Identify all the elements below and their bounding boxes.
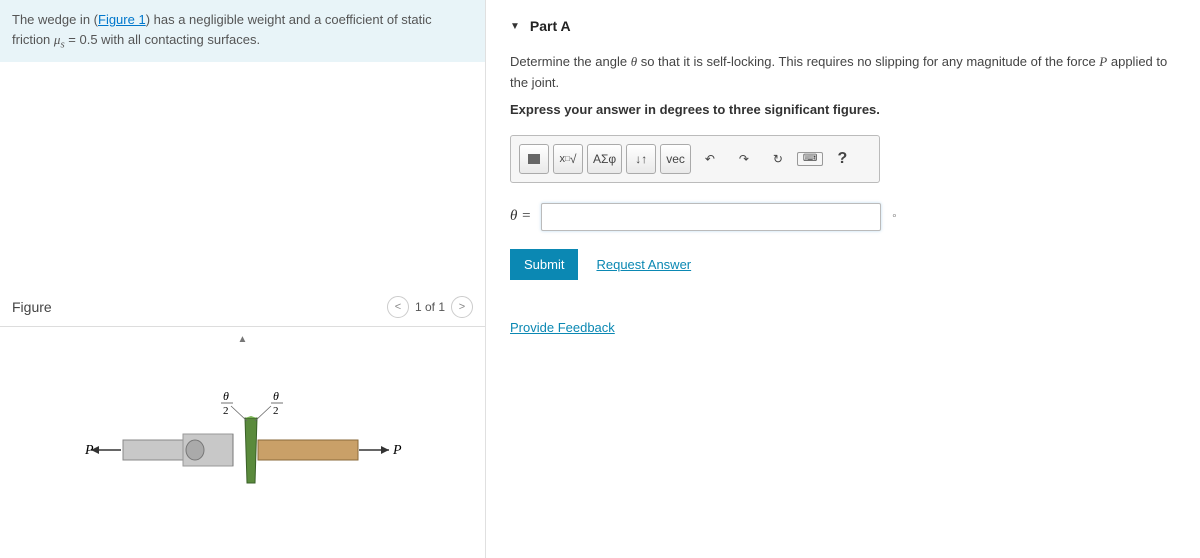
provide-feedback-link[interactable]: Provide Feedback [510, 320, 615, 335]
figure-count: 1 of 1 [415, 300, 445, 314]
svg-text:P: P [392, 443, 402, 458]
figure-collapse-button[interactable]: ▲ [0, 327, 485, 348]
redo-button[interactable]: ↷ [729, 144, 759, 174]
caret-down-icon: ▼ [510, 21, 520, 32]
keyboard-button[interactable]: ⌨ [797, 152, 823, 166]
prompt-text: Determine the angle θ so that it is self… [510, 52, 1176, 94]
undo-button[interactable]: ↶ [695, 144, 725, 174]
problem-statement: The wedge in (Figure 1) has a negligible… [0, 0, 485, 62]
figure-next-button[interactable]: > [451, 296, 473, 318]
answer-input[interactable] [541, 203, 881, 231]
problem-text-before: The wedge in ( [12, 12, 98, 27]
wedge-diagram: P P θ 2 θ 2 [83, 388, 403, 508]
request-answer-link[interactable]: Request Answer [596, 257, 691, 272]
submit-button[interactable]: Submit [510, 249, 578, 280]
svg-text:θ: θ [273, 389, 279, 403]
part-a-header[interactable]: ▼ Part A [510, 18, 1176, 34]
svg-text:2: 2 [223, 405, 229, 417]
submit-row: Submit Request Answer [510, 249, 1176, 280]
answer-label: θ = [510, 208, 531, 225]
prompt-mid: so that it is self-locking. This require… [637, 54, 1099, 69]
figure-prev-button[interactable]: < [387, 296, 409, 318]
left-panel: The wedge in (Figure 1) has a negligible… [0, 0, 486, 558]
unit-degrees: ∘ [891, 211, 897, 222]
sqrt-button[interactable]: x□√ [553, 144, 583, 174]
figure-link[interactable]: Figure 1 [98, 12, 146, 27]
svg-text:2: 2 [273, 405, 279, 417]
templates-button[interactable] [519, 144, 549, 174]
svg-text:P: P [84, 443, 94, 458]
equation-toolbar: x□√ ΑΣφ ↓↑ vec ↶ ↷ ↻ ⌨ ? [510, 135, 880, 183]
greek-button[interactable]: ΑΣφ [587, 144, 622, 174]
chevron-up-icon: ▲ [238, 334, 248, 345]
part-a-title: Part A [530, 18, 571, 34]
mu-value: = 0.5 with all contacting surfaces. [65, 32, 260, 47]
reset-button[interactable]: ↻ [763, 144, 793, 174]
right-panel: ▼ Part A Determine the angle θ so that i… [486, 0, 1200, 558]
arrows-button[interactable]: ↓↑ [626, 144, 656, 174]
vec-button[interactable]: vec [660, 144, 691, 174]
figure-body: P P θ 2 θ 2 [0, 348, 485, 558]
figure-nav: < 1 of 1 > [387, 296, 473, 318]
prompt-before: Determine the angle [510, 54, 631, 69]
template-icon [528, 154, 540, 164]
figure-title: Figure [12, 299, 52, 315]
svg-text:θ: θ [223, 389, 229, 403]
answer-row: θ = ∘ [510, 203, 1176, 231]
figure-header: Figure < 1 of 1 > [0, 288, 485, 327]
hint-line: Express your answer in degrees to three … [510, 102, 1176, 117]
help-button[interactable]: ? [827, 144, 857, 174]
figure-section: Figure < 1 of 1 > ▲ [0, 288, 485, 558]
